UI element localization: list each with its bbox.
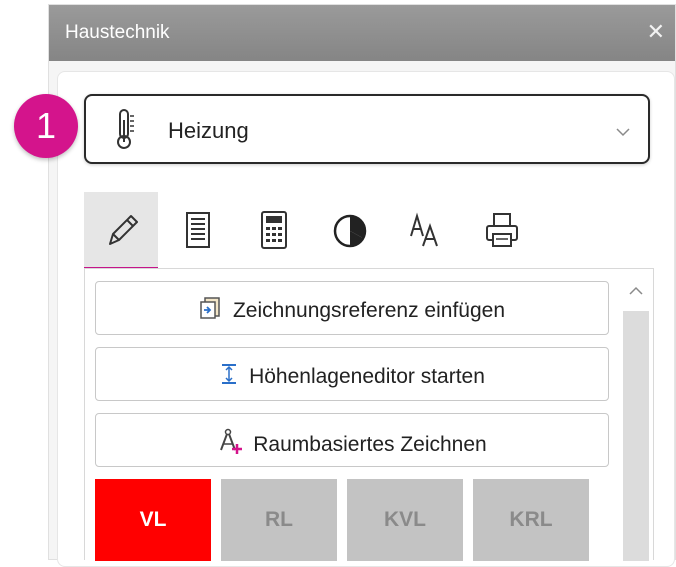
room-draw-icon	[217, 428, 243, 460]
room-based-drawing-label: Raumbasiertes Zeichnen	[253, 433, 487, 456]
discipline-select-value: Heizung	[168, 118, 249, 143]
pipe-type-rl[interactable]: RL	[221, 479, 337, 561]
action-list: Zeichnungsreferenz einfügen Höhenlagened…	[84, 268, 654, 561]
scrollbar-thumb[interactable]	[623, 311, 649, 561]
scroll-up-icon[interactable]	[629, 283, 643, 301]
panel-titlebar: Haustechnik ✕	[49, 5, 675, 61]
close-icon[interactable]: ✕	[647, 19, 665, 45]
tab-calculate[interactable]	[236, 192, 310, 270]
panel-title: Haustechnik	[65, 22, 170, 43]
elevation-icon	[219, 362, 239, 392]
tab-list[interactable]	[160, 192, 234, 270]
tool-tabs	[84, 192, 544, 270]
pipe-type-kvl[interactable]: KVL	[347, 479, 463, 561]
start-elevation-editor-label: Höhenlageneditor starten	[249, 365, 485, 388]
callout-badge: 1	[14, 94, 78, 158]
insert-reference-icon	[199, 296, 223, 326]
tab-evaluate[interactable]	[312, 192, 386, 270]
pipe-type-vl[interactable]: VL	[95, 479, 211, 561]
tab-draw[interactable]	[84, 192, 158, 270]
insert-drawing-reference-label: Zeichnungsreferenz einfügen	[232, 299, 505, 322]
insert-drawing-reference-button[interactable]: Zeichnungsreferenz einfügen	[95, 281, 609, 335]
chevron-down-icon	[616, 124, 630, 142]
tab-print[interactable]	[464, 192, 538, 270]
vertical-scrollbar[interactable]	[621, 277, 651, 561]
discipline-select[interactable]: Heizung	[84, 94, 650, 164]
start-elevation-editor-button[interactable]: Höhenlageneditor starten	[95, 347, 609, 401]
pipe-type-krl[interactable]: KRL	[473, 479, 589, 561]
room-based-drawing-button[interactable]: Raumbasiertes Zeichnen	[95, 413, 609, 467]
tab-text[interactable]	[388, 192, 462, 270]
thermometer-icon	[114, 108, 136, 155]
